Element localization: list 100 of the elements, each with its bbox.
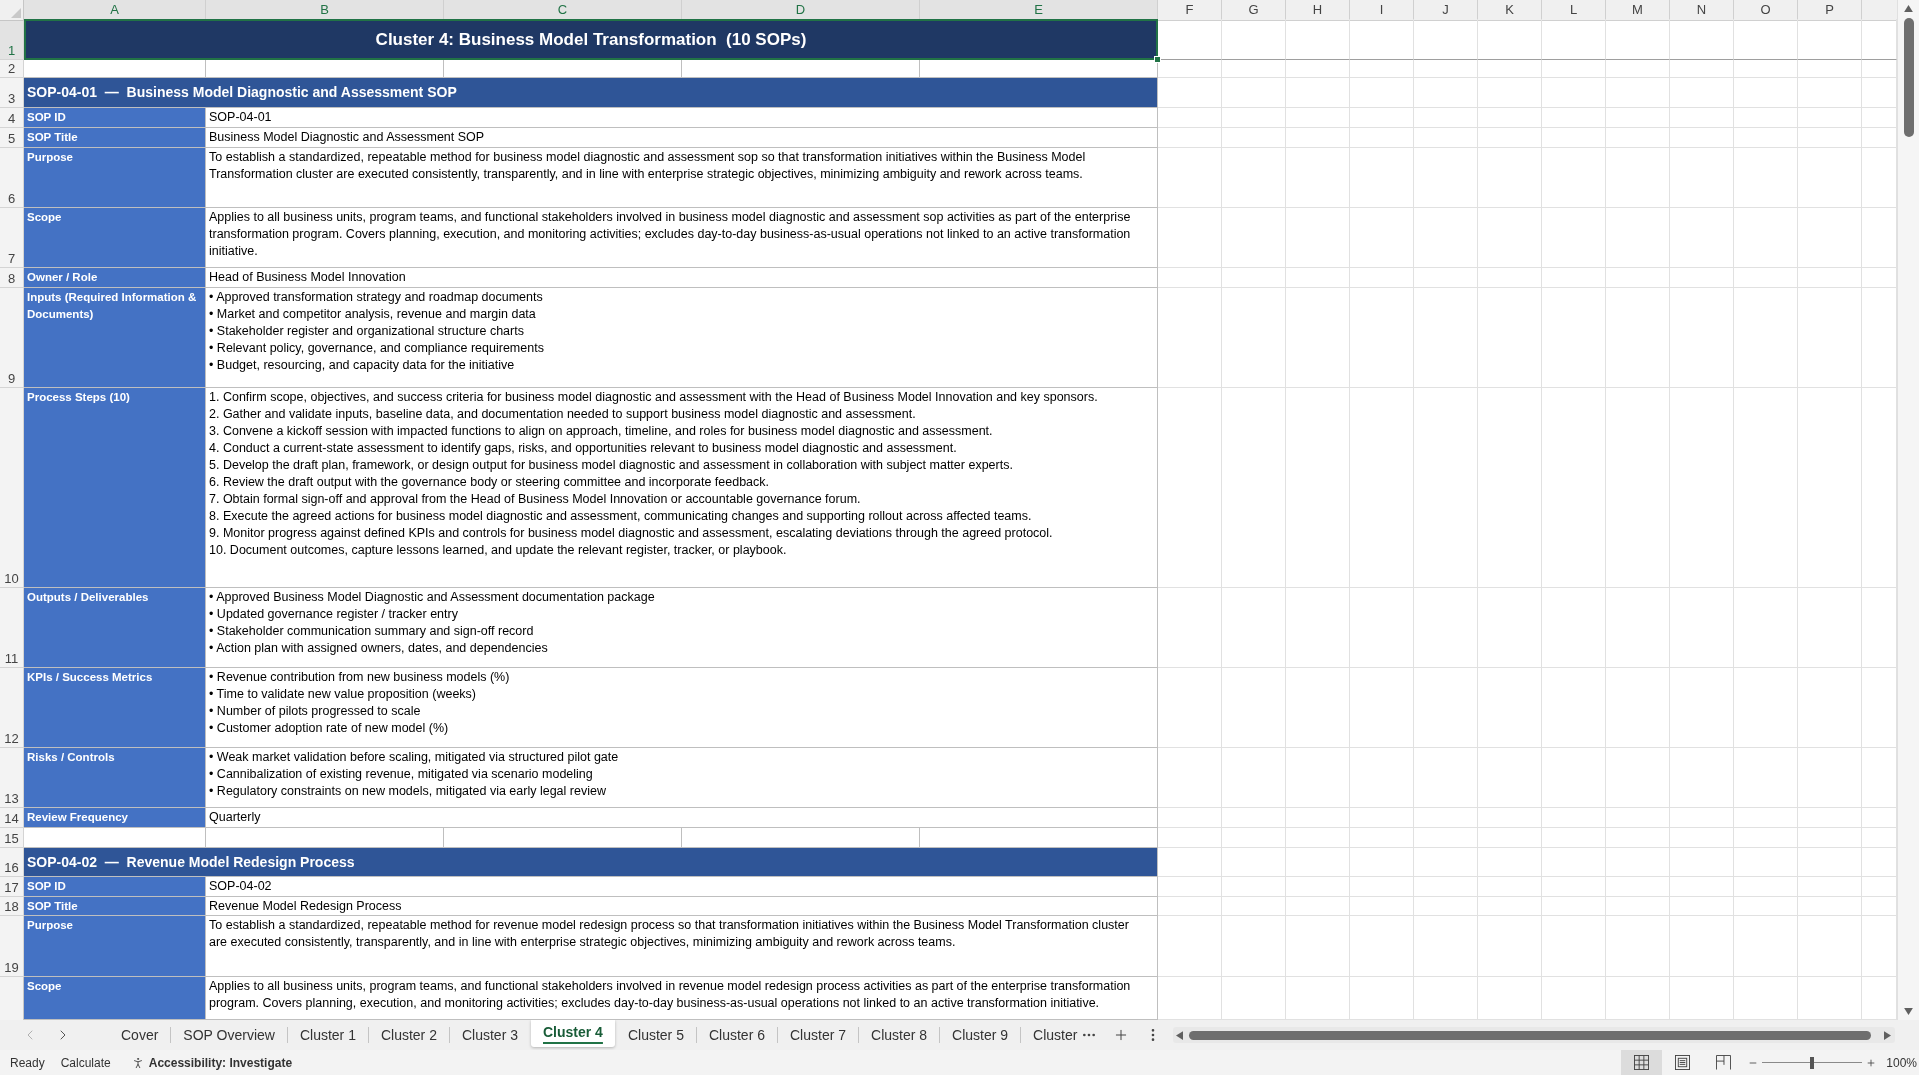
empty-cell[interactable] (1606, 268, 1670, 288)
row-number[interactable]: 3 (0, 78, 24, 108)
empty-cell[interactable] (1222, 128, 1286, 148)
empty-cell[interactable] (1542, 848, 1606, 877)
empty-cell[interactable] (1478, 268, 1542, 288)
empty-cell[interactable] (1478, 897, 1542, 916)
empty-cell[interactable] (1606, 108, 1670, 128)
empty-cell[interactable] (1478, 808, 1542, 828)
empty-cell[interactable] (1606, 288, 1670, 388)
empty-cell[interactable] (1286, 668, 1350, 748)
empty-cell[interactable] (1734, 748, 1798, 808)
row-number[interactable]: 8 (0, 268, 24, 288)
empty-cell[interactable] (1798, 848, 1862, 877)
row-number[interactable]: 11 (0, 588, 24, 668)
empty-cell[interactable] (1734, 208, 1798, 268)
empty-cell[interactable] (1222, 828, 1286, 848)
empty-cell[interactable] (1606, 588, 1670, 668)
empty-cell[interactable] (1798, 748, 1862, 808)
empty-cell[interactable] (1670, 208, 1734, 268)
empty-cell[interactable] (1734, 388, 1798, 588)
empty-cell[interactable] (1606, 388, 1670, 588)
empty-cell[interactable] (1350, 208, 1414, 268)
column-header[interactable]: L (1542, 0, 1606, 21)
empty-cell[interactable] (1478, 877, 1542, 897)
empty-cell[interactable] (1350, 388, 1414, 588)
empty-cell[interactable] (1606, 808, 1670, 828)
empty-cell[interactable] (1734, 288, 1798, 388)
empty-cell[interactable] (1478, 128, 1542, 148)
empty-cell[interactable] (1670, 808, 1734, 828)
sheet-tab[interactable]: Cluster 8 (859, 1022, 940, 1049)
empty-cell[interactable] (1734, 588, 1798, 668)
empty-cell[interactable] (1670, 748, 1734, 808)
empty-cell[interactable] (1606, 828, 1670, 848)
scrollbar-thumb[interactable] (1903, 18, 1914, 137)
horizontal-scrollbar[interactable] (1173, 1027, 1895, 1043)
empty-cell[interactable] (1414, 78, 1478, 108)
empty-cell[interactable] (1414, 916, 1478, 977)
empty-cell[interactable] (1478, 108, 1542, 128)
empty-cell[interactable] (1606, 916, 1670, 977)
empty-cell[interactable] (1350, 668, 1414, 748)
empty-cell[interactable] (1222, 877, 1286, 897)
empty-cell[interactable] (1222, 668, 1286, 748)
empty-cell[interactable] (1414, 268, 1478, 288)
column-header[interactable]: E (920, 0, 1158, 21)
column-header[interactable]: H (1286, 0, 1350, 21)
row-number[interactable]: 2 (0, 60, 24, 78)
empty-cell[interactable] (1734, 916, 1798, 977)
empty-cell[interactable] (1542, 128, 1606, 148)
column-header[interactable]: C (444, 0, 682, 21)
empty-cell[interactable] (1798, 288, 1862, 388)
empty-cell[interactable] (1414, 208, 1478, 268)
empty-cell[interactable] (1734, 828, 1798, 848)
empty-cell[interactable] (1734, 808, 1798, 828)
empty-cell[interactable] (1606, 748, 1670, 808)
empty-cell[interactable] (1222, 78, 1286, 108)
empty-cell[interactable] (1414, 60, 1478, 78)
empty-cell[interactable] (1670, 916, 1734, 977)
empty-cell[interactable] (1286, 748, 1350, 808)
empty-cell[interactable] (1286, 60, 1350, 78)
empty-cell[interactable] (1670, 148, 1734, 208)
empty-cell[interactable] (1798, 877, 1862, 897)
empty-cell[interactable] (1670, 288, 1734, 388)
sheet-tab[interactable]: Cluster 3 (449, 1022, 530, 1049)
empty-cell[interactable] (1414, 128, 1478, 148)
empty-cell[interactable] (1478, 828, 1542, 848)
row-number[interactable]: 13 (0, 748, 24, 808)
select-all-corner[interactable] (0, 0, 24, 21)
column-header[interactable]: F (1158, 0, 1222, 21)
empty-cell[interactable] (1798, 588, 1862, 668)
empty-cell[interactable] (1350, 916, 1414, 977)
row-number[interactable]: 4 (0, 108, 24, 128)
empty-cell[interactable] (1798, 668, 1862, 748)
empty-cell[interactable] (1542, 877, 1606, 897)
empty-cell[interactable] (1734, 148, 1798, 208)
empty-cell[interactable] (1414, 108, 1478, 128)
empty-cell[interactable] (1542, 588, 1606, 668)
empty-cell[interactable] (1350, 877, 1414, 897)
empty-cell[interactable] (1286, 148, 1350, 208)
empty-cell[interactable] (1350, 108, 1414, 128)
row-number[interactable]: 15 (0, 828, 24, 848)
empty-cell[interactable] (1606, 148, 1670, 208)
empty-cell[interactable] (1798, 897, 1862, 916)
column-header[interactable] (1862, 0, 1897, 21)
empty-cell[interactable] (1350, 288, 1414, 388)
empty-cell[interactable] (1158, 388, 1222, 588)
empty-cell[interactable] (1670, 108, 1734, 128)
triangle-down-icon[interactable] (1904, 1008, 1913, 1015)
empty-cell[interactable] (1670, 877, 1734, 897)
empty-cell[interactable] (1670, 268, 1734, 288)
calculate-button[interactable]: Calculate (60, 1053, 111, 1072)
empty-cell[interactable] (1286, 78, 1350, 108)
empty-cell[interactable] (1222, 848, 1286, 877)
empty-cell[interactable] (1158, 588, 1222, 668)
empty-cell[interactable] (1606, 128, 1670, 148)
empty-cell[interactable] (1542, 288, 1606, 388)
empty-cell[interactable] (1478, 748, 1542, 808)
empty-cell[interactable] (1478, 19, 1542, 60)
empty-cell[interactable] (1670, 128, 1734, 148)
empty-cell[interactable] (1478, 848, 1542, 877)
empty-cell[interactable] (1478, 388, 1542, 588)
